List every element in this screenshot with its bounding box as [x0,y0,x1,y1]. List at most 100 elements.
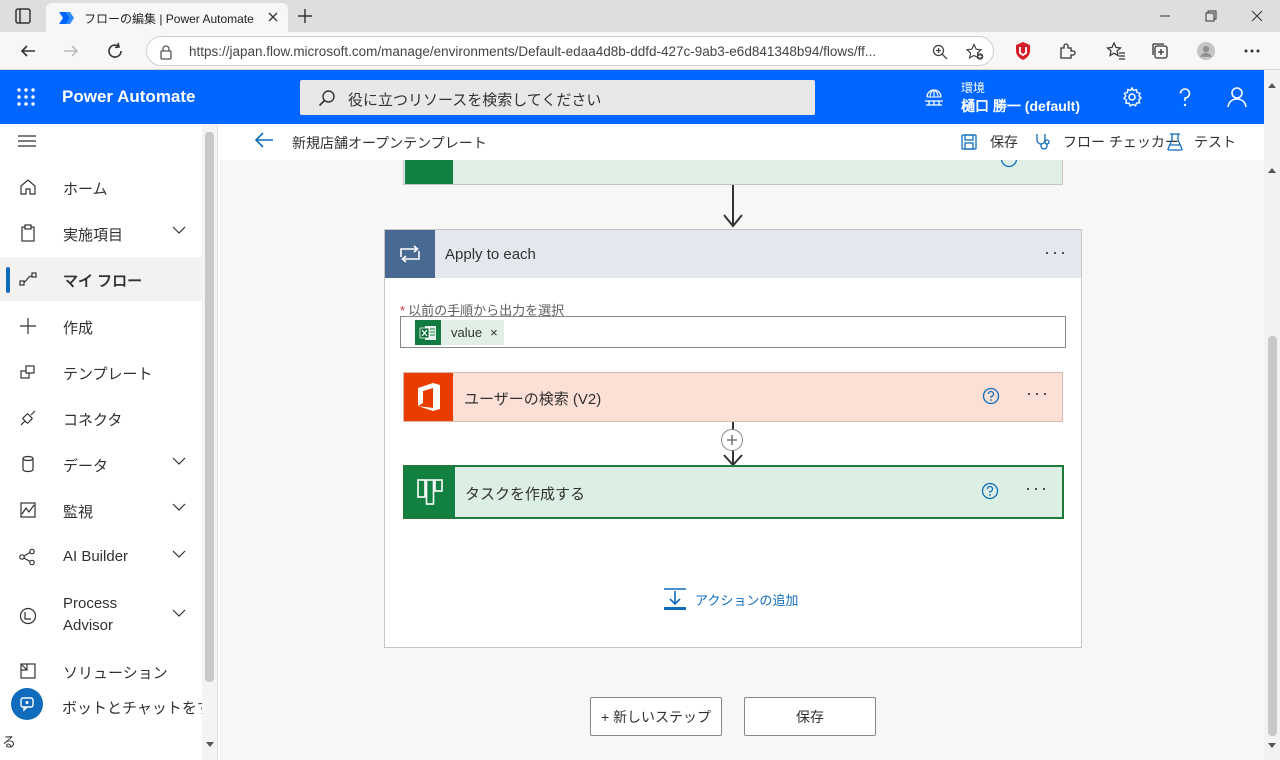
settings-gear-icon[interactable] [1121,86,1143,108]
resource-search-input[interactable]: 役に立つリソースを検索してください [300,80,815,115]
chevron-down-icon[interactable] [172,550,186,558]
sidebar-item-my-flows[interactable]: マイ フロー [0,257,202,301]
apply-to-each-header[interactable]: Apply to each ··· [385,230,1081,278]
command-bar: 新規店舗オープンテンプレート 保存 フロー チェッカー テスト [219,124,1264,160]
flow-checker-button[interactable]: フロー チェッカー [1033,131,1179,153]
back-nav-icon[interactable] [17,40,39,62]
favorites-icon[interactable] [1106,41,1126,61]
chevron-down-icon[interactable] [172,503,186,511]
sidebar-item-label-line2: Advisor [63,617,114,634]
restore-icon[interactable] [1188,0,1234,32]
scroll-down-icon[interactable] [1268,743,1276,749]
app-header: Power Automate 役に立つリソースを検索してください 環境 樋口 勝… [0,70,1264,124]
environment-icon[interactable] [924,89,944,107]
flow-name[interactable]: 新規店舗オープンテンプレート [292,133,487,153]
sidebar-item-label: テンプレート [63,366,153,383]
browser-tab[interactable]: フローの編集 | Power Automate [46,3,288,32]
help-question-icon[interactable] [1174,86,1196,108]
save-command-label: 保存 [990,134,1018,150]
scroll-down-icon[interactable] [206,742,214,748]
account-user-icon[interactable] [1226,86,1248,108]
chevron-down-icon[interactable] [172,609,186,617]
chatbot-icon[interactable] [11,688,43,720]
favorite-add-icon[interactable] [965,43,984,61]
sidebar-item-data[interactable]: データ [0,442,202,486]
sidebar-item-label: 監視 [63,504,94,521]
profile-avatar-icon[interactable] [1196,41,1216,61]
minimize-icon[interactable] [1142,0,1188,32]
chatbot-text-wrap: る [2,734,16,750]
refresh-icon[interactable] [104,40,126,62]
sidebar-item-process-advisor[interactable]: Process Advisor [0,590,202,646]
sidebar-item-label: マイ フロー [63,273,143,290]
page-scrollbar-thumb[interactable] [1268,336,1277,736]
chevron-down-icon[interactable] [172,226,186,234]
chatbot-text[interactable]: ボットとチャットをす [62,697,212,718]
forward-nav-icon[interactable] [60,40,82,62]
scroll-up-arrow-icon[interactable] [1268,167,1276,173]
planner-icon [405,467,455,517]
save-command-button[interactable]: 保存 [960,131,1018,153]
insert-step-plus-icon[interactable] [721,429,743,451]
connector-arrow-icon [723,214,743,228]
sidebar-item-connectors[interactable]: コネクタ [0,396,202,440]
plus-icon [18,316,38,336]
lock-icon[interactable] [159,44,173,60]
url-bar[interactable]: https://japan.flow.microsoft.com/manage/… [146,36,994,66]
sidebar-scrollbar[interactable] [202,124,217,760]
back-arrow-icon[interactable] [254,131,274,149]
chevron-down-icon[interactable] [172,457,186,465]
sidebar-item-ai-builder[interactable]: AI Builder [0,535,202,579]
output-select-input[interactable]: value × [400,316,1066,348]
more-options-icon[interactable]: ··· [1041,243,1071,267]
help-circle-icon[interactable] [982,387,1000,405]
sidebar-item-solutions[interactable]: ソリューション [0,649,202,693]
test-label: テスト [1194,134,1236,150]
search-user-action-card[interactable]: ユーザーの検索 (V2) ··· [403,372,1063,422]
more-options-icon[interactable]: ··· [1023,384,1053,408]
ai-builder-icon [18,547,38,567]
test-button[interactable]: テスト [1166,131,1236,153]
tab-actions-icon[interactable] [12,6,34,26]
collections-icon[interactable] [1150,41,1170,61]
flow-checker-label: フロー チェッカー [1063,134,1179,150]
save-button[interactable]: 保存 [744,697,876,736]
app-brand[interactable]: Power Automate [62,87,196,107]
stethoscope-icon [1036,134,1050,150]
hamburger-menu-icon[interactable] [18,134,36,148]
tab-close-icon[interactable] [266,10,280,24]
new-tab-icon[interactable] [296,7,314,25]
shield-extension-icon[interactable] [1013,41,1033,61]
app-launcher-icon[interactable] [16,87,36,107]
more-options-icon[interactable]: ··· [1022,479,1052,503]
environment-name[interactable]: 樋口 勝一 (default) [961,96,1080,116]
apply-to-each-scope[interactable]: Apply to each ··· * 以前の手順から出力を選択 value × … [384,229,1082,648]
close-window-icon[interactable] [1234,0,1280,32]
sidebar-item-templates[interactable]: テンプレート [0,350,202,394]
browser-menu-icon[interactable] [1242,41,1262,61]
token-remove-icon[interactable]: × [490,325,498,340]
database-icon [18,454,38,474]
add-action-icon [664,588,686,610]
search-icon [318,89,336,107]
url-text: https://japan.flow.microsoft.com/manage/… [189,44,877,59]
monitor-chart-icon [18,500,38,520]
zoom-icon[interactable] [931,43,949,61]
create-task-action-card[interactable]: タスクを作成する ··· [403,465,1064,519]
sidebar-item-label: データ [63,458,109,475]
sidebar-item-label: ホーム [63,181,108,198]
apply-to-each-title: Apply to each [445,246,536,263]
extensions-icon[interactable] [1057,41,1077,61]
sidebar-item-create[interactable]: 作成 [0,304,202,348]
add-action-button[interactable]: アクションの追加 [663,587,798,611]
sidebar-item-action-items[interactable]: 実施項目 [0,211,202,255]
sidebar-item-label: コネクタ [63,412,123,429]
new-step-button[interactable]: + 新しいステップ [590,697,722,736]
sidebar-item-monitor[interactable]: 監視 [0,488,202,532]
scroll-up-icon[interactable] [1268,82,1276,88]
page-scrollbar[interactable] [1264,70,1280,760]
sidebar-scrollbar-thumb[interactable] [205,132,214,682]
sidebar-item-home[interactable]: ホーム [0,165,202,209]
help-circle-icon[interactable] [981,482,999,500]
value-token[interactable]: value × [415,320,504,345]
